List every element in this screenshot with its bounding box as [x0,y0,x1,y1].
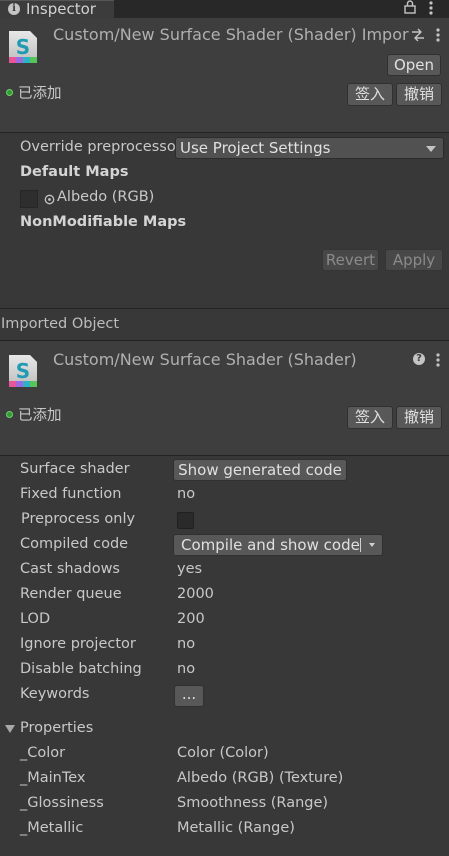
disable-batching-label: Disable batching [20,661,142,677]
disable-batching-value: no [177,661,196,677]
show-generated-code-button[interactable]: Show generated code [173,459,347,481]
property-value: Smoothness (Range) [177,795,329,811]
info-icon: i [8,3,20,15]
chevron-down-icon[interactable] [369,543,375,547]
preprocess-only-label: Preprocess only [21,511,136,527]
vcs-status-label: 已添加 [18,86,62,102]
asset-title: Custom/New Surface Shader (Shader) Impor [53,25,409,44]
foldout-arrow-icon[interactable] [5,725,15,733]
fixed-function-label: Fixed function [20,486,122,502]
vcs-status-label: 已添加 [18,408,62,424]
preprocess-only-checkbox[interactable] [177,512,194,529]
nonmodifiable-maps-heading: NonModifiable Maps [20,214,187,230]
keywords-button[interactable]: ... [174,685,204,707]
vcs-revert-button[interactable]: 撤销 [396,83,442,106]
keywords-label: Keywords [20,686,90,702]
shader-asset-icon: S [8,30,38,64]
imported-object-label: Imported Object [1,316,120,332]
compiled-code-label: Compiled code [20,536,129,552]
cast-shadows-label: Cast shadows [20,561,120,577]
tab-inspector-label: Inspector [26,0,96,18]
render-queue-value: 2000 [177,586,214,602]
override-preprocessor-label: Override preprocesso [20,139,176,155]
checkin-button[interactable]: 签入 [347,83,393,106]
cast-shadows-value: yes [177,561,203,577]
vcs-added-status-icon [6,89,13,96]
divider [0,308,449,309]
vcs-added-status-icon [6,411,13,418]
object-picker-icon[interactable] [44,193,55,209]
chevron-down-icon [426,146,436,152]
lock-icon[interactable] [404,0,416,18]
tab-inspector[interactable]: i Inspector [0,0,114,18]
fixed-function-value: no [177,486,196,502]
override-preprocessor-value: Use Project Settings [180,139,331,157]
surface-shader-label: Surface shader [20,461,130,477]
compile-and-show-code-button[interactable]: Compile and show code [173,534,383,556]
checkin-button[interactable]: 签入 [347,406,393,429]
tab-menu-icon[interactable] [429,1,433,19]
property-name: _Glossiness [20,795,104,811]
property-value: Albedo (RGB) (Texture) [177,770,344,786]
ignore-projector-value: no [177,636,196,652]
lod-value: 200 [177,611,205,627]
property-value: Color (Color) [177,745,269,761]
albedo-texture-slot[interactable] [20,190,38,208]
divider [0,132,449,133]
properties-foldout[interactable]: Properties [20,720,93,736]
imported-object-title: Custom/New Surface Shader (Shader) [53,350,357,369]
property-value: Metallic (Range) [177,820,295,836]
split-divider [360,538,361,552]
default-maps-heading: Default Maps [20,164,129,180]
ignore-projector-label: Ignore projector [20,636,136,652]
shader-asset-icon: S [8,354,38,388]
apply-button[interactable]: Apply [385,249,443,271]
svg-text:S: S [16,359,30,383]
vcs-revert-button[interactable]: 撤销 [396,406,442,429]
help-icon[interactable]: ? [413,353,425,365]
revert-button[interactable]: Revert [322,249,379,271]
property-name: _MainTex [20,770,86,786]
object-menu-icon[interactable] [436,353,440,371]
divider [0,455,449,456]
render-queue-label: Render queue [20,586,122,602]
lod-label: LOD [20,611,51,627]
open-button[interactable]: Open [387,54,441,76]
property-name: _Metallic [20,820,84,836]
preset-icon[interactable] [411,28,425,46]
asset-menu-icon[interactable] [436,28,440,46]
svg-text:S: S [16,35,30,59]
compile-and-show-code-label: Compile and show code [181,536,360,554]
property-name: _Color [20,745,66,761]
albedo-label: Albedo (RGB) [57,189,155,205]
override-preprocessor-dropdown[interactable]: Use Project Settings [175,137,444,159]
